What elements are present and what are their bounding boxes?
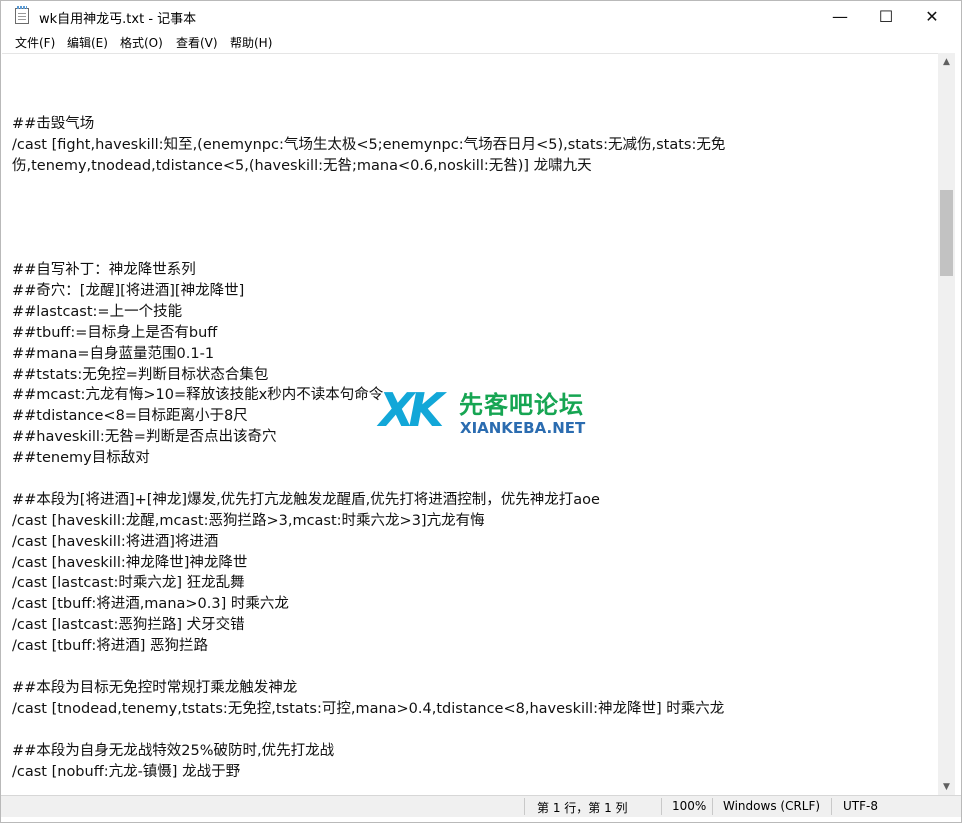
line-ending: Windows (CRLF) — [723, 799, 821, 813]
text-line[interactable]: ##haveskill:无咎=判断是否点出该奇穴 — [12, 427, 725, 448]
title-bar[interactable]: wk自用神龙丐.txt - 记事本 — ☐ ✕ — [1, 1, 961, 31]
text-line[interactable] — [12, 218, 725, 239]
menu-bar: 文件(F) 编辑(E) 格式(O) 查看(V) 帮助(H) — [1, 31, 961, 53]
text-line[interactable]: 伤,tenemy,tnodead,tdistance<5,(haveskill:… — [12, 156, 725, 177]
text-line[interactable]: ##本段为[将进酒]+[神龙]爆发,优先打亢龙触发龙醒盾,优先打将进酒控制，优先… — [12, 490, 725, 511]
menu-format[interactable]: 格式(O) — [120, 34, 163, 51]
scroll-down-icon: ▼ — [943, 781, 950, 792]
status-divider — [831, 798, 832, 815]
watermark-name-en: XIANKEBA.NET — [460, 419, 586, 437]
close-icon: ✕ — [925, 6, 939, 26]
text-line[interactable]: ##tstats:无免控=判断目标状态合集包 — [12, 365, 725, 386]
text-line[interactable]: /cast [lastcast:时乘六龙] 狂龙乱舞 — [12, 573, 725, 594]
menu-help[interactable]: 帮助(H) — [230, 34, 272, 51]
text-line[interactable] — [12, 197, 725, 218]
encoding: UTF-8 — [843, 799, 878, 813]
text-line[interactable] — [12, 720, 725, 741]
status-bar: 第 1 行，第 1 列 100% Windows (CRLF) UTF-8 — [1, 795, 961, 817]
text-line[interactable]: /cast [tnodead,tenemy,tstats:无免控,tstats:… — [12, 699, 725, 720]
text-line[interactable]: /cast [lastcast:恶狗拦路] 犬牙交错 — [12, 615, 725, 636]
text-line[interactable] — [12, 469, 725, 490]
menu-edit[interactable]: 编辑(E) — [67, 34, 108, 51]
cursor-position: 第 1 行，第 1 列 — [537, 801, 628, 815]
text-line[interactable] — [12, 657, 725, 678]
zoom-level: 100% — [672, 799, 707, 813]
text-content[interactable]: ##击毁气场/cast [fight,haveskill:知至,(enemynp… — [12, 93, 725, 782]
watermark-logo: XK — [379, 383, 444, 437]
scroll-up-button[interactable]: ▲ — [938, 53, 955, 70]
text-line[interactable]: ##击毁气场 — [12, 114, 725, 135]
text-line[interactable]: ##tenemy目标敌对 — [12, 448, 725, 469]
text-line[interactable]: ##自写补丁：神龙降世系列 — [12, 260, 725, 281]
text-line[interactable] — [12, 239, 725, 260]
text-line[interactable]: /cast [haveskill:神龙降世]神龙降世 — [12, 553, 725, 574]
menu-view[interactable]: 查看(V) — [176, 34, 218, 51]
text-line[interactable]: /cast [nobuff:亢龙-镇慑] 龙战于野 — [12, 762, 725, 783]
notepad-icon — [15, 6, 29, 24]
text-line[interactable]: /cast [haveskill:将进酒]将进酒 — [12, 532, 725, 553]
text-line[interactable]: ##lastcast:=上一个技能 — [12, 302, 725, 323]
text-line[interactable]: ##tdistance<8=目标距离小于8尺 — [12, 406, 725, 427]
window-title: wk自用神龙丐.txt - 记事本 — [39, 12, 197, 27]
minimize-icon: — — [832, 6, 848, 26]
watermark-name-cn: 先客吧论坛 — [459, 391, 584, 419]
close-button[interactable]: ✕ — [909, 1, 955, 31]
text-line[interactable]: ##本段为自身无龙战特效25%破防时,优先打龙战 — [12, 741, 725, 762]
text-line[interactable] — [12, 177, 725, 198]
status-divider — [712, 798, 713, 815]
text-line[interactable]: /cast [tbuff:将进酒,mana>0.3] 时乘六龙 — [12, 594, 725, 615]
forum-watermark: XK 先客吧论坛 XIANKEBA.NET — [379, 383, 589, 443]
scroll-down-button[interactable]: ▼ — [938, 778, 955, 795]
text-line[interactable]: ##tbuff:=目标身上是否有buff — [12, 323, 725, 344]
notepad-window: wk自用神龙丐.txt - 记事本 — ☐ ✕ 文件(F) 编辑(E) 格式(O… — [0, 0, 962, 823]
status-divider — [524, 798, 525, 815]
text-line[interactable] — [12, 93, 725, 114]
text-line[interactable]: /cast [tbuff:将进酒] 恶狗拦路 — [12, 636, 725, 657]
text-line[interactable]: ##奇穴：[龙醒][将进酒][神龙降世] — [12, 281, 725, 302]
vertical-scrollbar[interactable]: ▲ ▼ — [938, 53, 955, 795]
menu-file[interactable]: 文件(F) — [15, 34, 55, 51]
scroll-thumb[interactable] — [940, 190, 953, 276]
minimize-button[interactable]: — — [817, 1, 863, 31]
text-line[interactable]: ##本段为目标无免控时常规打乘龙触发神龙 — [12, 678, 725, 699]
text-line[interactable]: ##mana=自身蓝量范围0.1-1 — [12, 344, 725, 365]
maximize-button[interactable]: ☐ — [863, 1, 909, 31]
text-line[interactable]: ##mcast:亢龙有悔>10=释放该技能x秒内不读本句命令 — [12, 385, 725, 406]
maximize-icon: ☐ — [878, 6, 894, 26]
text-line[interactable]: /cast [fight,haveskill:知至,(enemynpc:气场生太… — [12, 135, 725, 156]
text-line[interactable]: /cast [haveskill:龙醒,mcast:恶狗拦路>3,mcast:时… — [12, 511, 725, 532]
status-divider — [661, 798, 662, 815]
scroll-up-icon: ▲ — [943, 56, 950, 67]
